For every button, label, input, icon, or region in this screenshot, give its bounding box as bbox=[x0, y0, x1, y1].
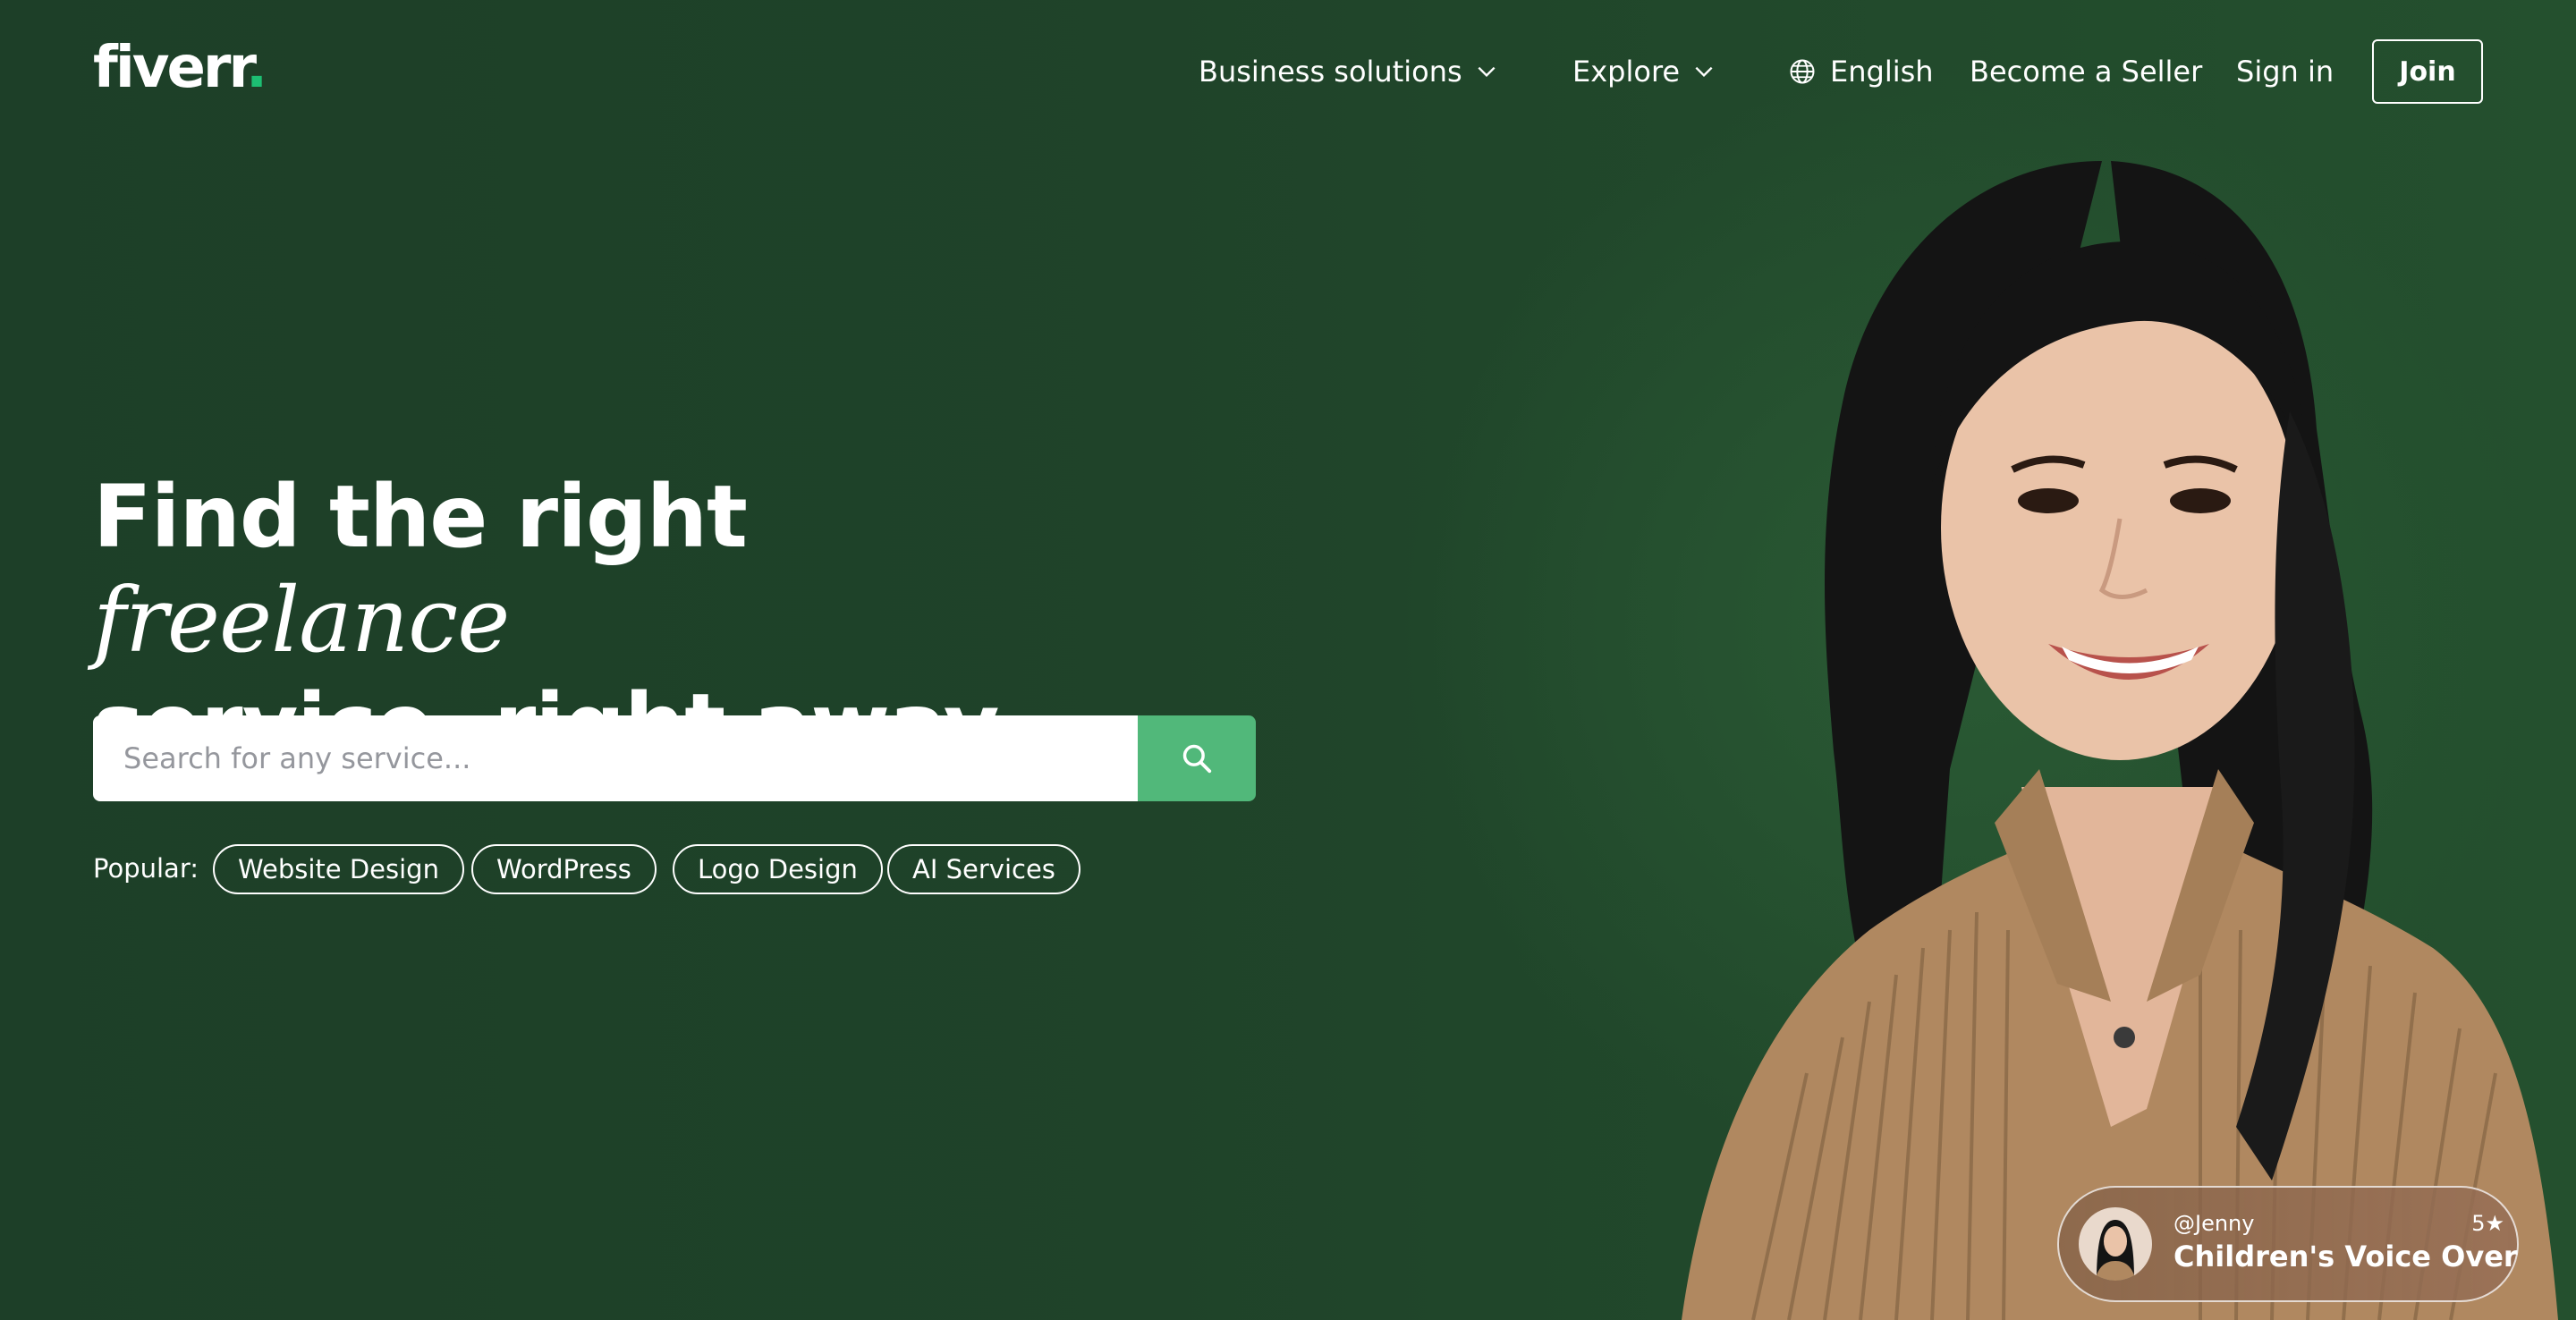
popular-tag-website-design[interactable]: Website Design bbox=[213, 844, 464, 894]
nav-explore-label: Explore bbox=[1572, 55, 1681, 89]
popular-tag-label: Logo Design bbox=[698, 854, 858, 884]
popular-tag-label: WordPress bbox=[496, 854, 631, 884]
nav-explore[interactable]: Explore bbox=[1572, 39, 1716, 104]
popular-label: Popular: bbox=[93, 853, 199, 884]
hero-section: fiverr. Business solutions Explore Engli… bbox=[0, 0, 2576, 1320]
popular-tag-wordpress[interactable]: WordPress bbox=[471, 844, 657, 894]
popular-tag-label: Website Design bbox=[238, 854, 439, 884]
search-icon bbox=[1182, 744, 1212, 774]
fiverr-logo[interactable]: fiverr. bbox=[93, 39, 267, 97]
join-button-label: Join bbox=[2399, 55, 2456, 88]
nav-become-seller-label: Become a Seller bbox=[1970, 55, 2203, 89]
search-button[interactable] bbox=[1138, 715, 1256, 801]
seller-card[interactable]: @Jenny 5★ Children's Voice Over bbox=[2057, 1186, 2519, 1302]
nav-become-seller[interactable]: Become a Seller bbox=[1970, 39, 2202, 104]
popular-tag-logo-design[interactable]: Logo Design bbox=[673, 844, 883, 894]
join-button[interactable]: Join bbox=[2372, 39, 2483, 104]
headline-italic: freelance bbox=[93, 568, 510, 673]
search-bar bbox=[93, 715, 1256, 801]
search-input[interactable] bbox=[93, 715, 1138, 801]
chevron-down-icon bbox=[1478, 66, 1496, 78]
logo-dot: . bbox=[245, 35, 267, 101]
chevron-down-icon bbox=[1695, 66, 1713, 78]
logo-text: fiverr bbox=[93, 35, 249, 101]
globe-icon bbox=[1790, 59, 1815, 84]
seller-username: @Jenny bbox=[2174, 1211, 2255, 1236]
popular-tag-ai-services[interactable]: AI Services bbox=[887, 844, 1080, 894]
nav-sign-in[interactable]: Sign in bbox=[2236, 39, 2334, 104]
seller-rating: 5★ bbox=[2471, 1211, 2504, 1236]
popular-tag-label: AI Services bbox=[912, 854, 1055, 884]
avatar bbox=[2079, 1207, 2152, 1281]
nav-language-label: English bbox=[1830, 55, 1934, 89]
nav-business-solutions[interactable]: Business solutions bbox=[1199, 39, 1498, 104]
hero-portrait-image bbox=[1682, 161, 2558, 1320]
seller-service: Children's Voice Over bbox=[2174, 1240, 2518, 1273]
nav-business-solutions-label: Business solutions bbox=[1199, 55, 1462, 89]
nav-language[interactable]: English bbox=[1789, 39, 1934, 104]
nav-sign-in-label: Sign in bbox=[2236, 55, 2334, 89]
headline-part1: Find the right bbox=[93, 467, 748, 567]
seller-card-text: @Jenny 5★ Children's Voice Over bbox=[2174, 1207, 2518, 1281]
